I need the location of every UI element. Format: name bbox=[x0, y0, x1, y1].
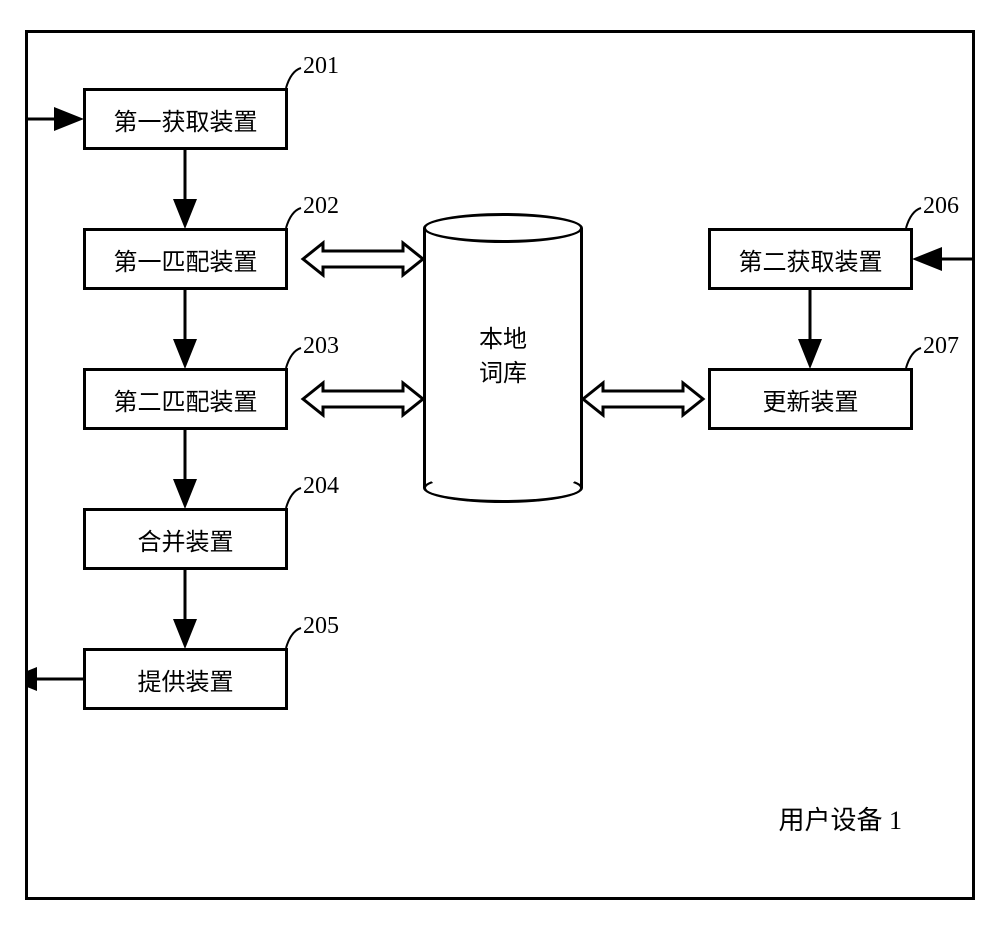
biarrow-db-207 bbox=[583, 383, 703, 415]
box-merge: 合并装置 bbox=[83, 508, 288, 570]
box-label: 更新装置 bbox=[763, 382, 859, 417]
ref-207: 207 bbox=[923, 333, 959, 360]
box-label: 第一匹配装置 bbox=[114, 242, 258, 277]
box-second-match: 第二匹配装置 bbox=[83, 368, 288, 430]
box-label: 第一获取装置 bbox=[114, 102, 258, 137]
box-label: 提供装置 bbox=[138, 662, 234, 697]
box-label: 第二获取装置 bbox=[739, 242, 883, 277]
ref-206: 206 bbox=[923, 193, 959, 220]
box-label: 合并装置 bbox=[138, 522, 234, 557]
box-first-match: 第一匹配装置 bbox=[83, 228, 288, 290]
ref-204: 204 bbox=[303, 473, 339, 500]
db-label: 本地 词库 bbox=[479, 324, 527, 391]
ref-203: 203 bbox=[303, 333, 339, 360]
box-label: 第二匹配装置 bbox=[114, 382, 258, 417]
biarrow-203-db bbox=[303, 383, 423, 415]
ref-201: 201 bbox=[303, 53, 339, 80]
ref-202: 202 bbox=[303, 193, 339, 220]
box-second-acquisition: 第二获取装置 bbox=[708, 228, 913, 290]
box-first-acquisition: 第一获取装置 bbox=[83, 88, 288, 150]
ref-205: 205 bbox=[303, 613, 339, 640]
local-dictionary-db: 本地 词库 bbox=[423, 213, 583, 503]
box-provide: 提供装置 bbox=[83, 648, 288, 710]
biarrow-202-db bbox=[303, 243, 423, 275]
box-update: 更新装置 bbox=[708, 368, 913, 430]
container-label: 用户设备 1 bbox=[778, 800, 902, 837]
diagram-frame: 第一获取装置 201 第一匹配装置 202 第二匹配装置 203 合并装置 20… bbox=[25, 30, 975, 900]
